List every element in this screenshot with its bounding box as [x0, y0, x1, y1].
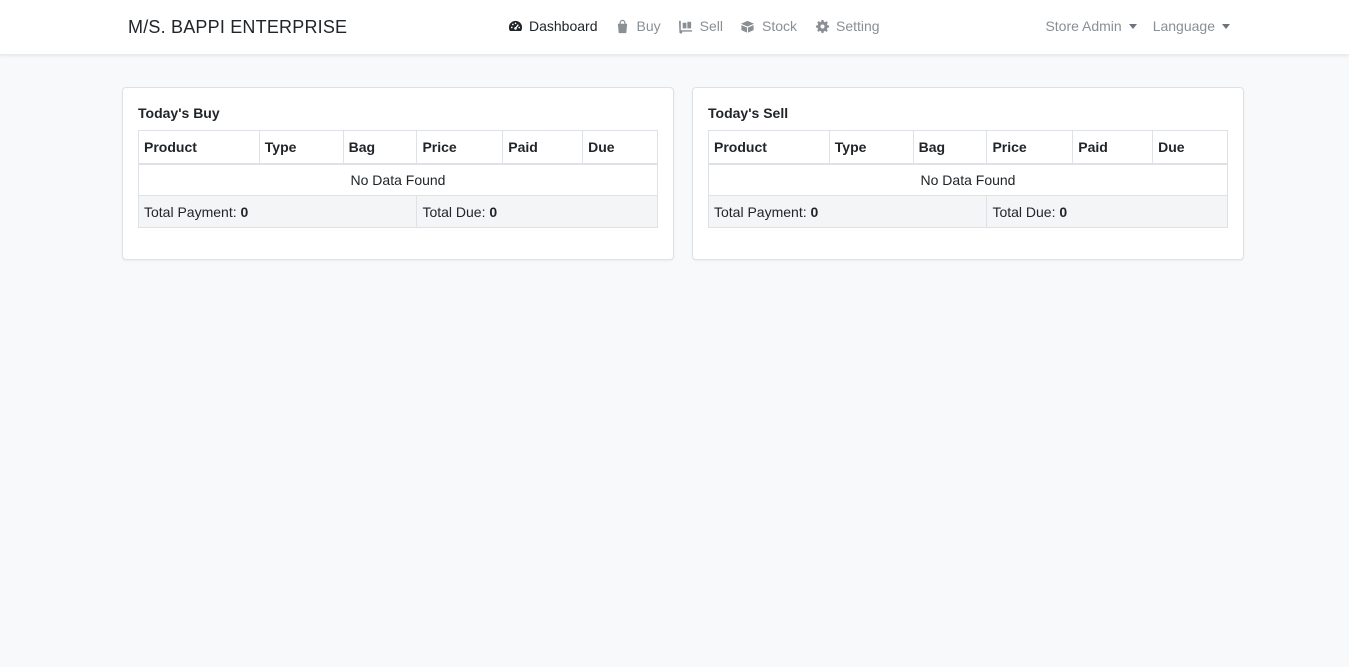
- empty-message: No Data Found: [138, 163, 658, 196]
- right-nav: Store Admin Language: [1029, 18, 1230, 34]
- nav-buy[interactable]: Buy: [615, 18, 661, 34]
- nav-dashboard-label: Dashboard: [529, 18, 598, 34]
- table-row: No Data Found: [708, 163, 1228, 196]
- total-due-value: 0: [1059, 203, 1068, 220]
- empty-message: No Data Found: [708, 163, 1228, 196]
- brand-name[interactable]: M/S. BAPPI ENTERPRISE: [128, 17, 347, 38]
- table-row: No Data Found: [138, 163, 658, 196]
- column-header[interactable]: Price: [986, 130, 1074, 165]
- table-header-row: Product Type Bag Price Paid Due: [708, 130, 1228, 165]
- column-header[interactable]: Type: [258, 130, 344, 165]
- nav-setting-label: Setting: [836, 18, 880, 34]
- table-header-row: Product Type Bag Price Paid Due: [138, 130, 658, 165]
- total-due-label: Total Due:: [422, 203, 486, 220]
- column-header[interactable]: Product: [708, 130, 830, 165]
- total-payment-label: Total Payment:: [144, 203, 237, 220]
- total-payment-cell: Total Payment: 0: [137, 195, 418, 228]
- total-payment-value: 0: [810, 203, 819, 220]
- nav-stock-label: Stock: [761, 18, 797, 34]
- total-due-value: 0: [489, 203, 498, 220]
- main-nav: Dashboard Buy Sell Stock Setting: [507, 18, 897, 34]
- total-payment-value: 0: [240, 203, 249, 220]
- column-header[interactable]: Due: [1152, 130, 1228, 165]
- total-due-cell: Total Due: 0: [986, 195, 1228, 228]
- nav-dashboard[interactable]: Dashboard: [507, 18, 598, 34]
- nav-sell[interactable]: Sell: [678, 18, 723, 34]
- todays-sell-card: Today's Sell Product Type Bag Price Paid…: [692, 87, 1244, 260]
- nav-sell-label: Sell: [699, 18, 723, 34]
- column-header[interactable]: Paid: [1072, 130, 1154, 165]
- gear-icon: [814, 18, 830, 34]
- language-label: Language: [1152, 18, 1215, 34]
- caret-down-icon: [1128, 23, 1137, 29]
- nav-buy-label: Buy: [636, 18, 661, 34]
- store-admin-label: Store Admin: [1045, 18, 1122, 34]
- total-due-cell: Total Due: 0: [416, 195, 658, 228]
- todays-buy-card: Today's Buy Product Type Bag Price Paid …: [122, 87, 674, 260]
- nav-stock[interactable]: Stock: [740, 18, 797, 34]
- boxes-icon: [740, 18, 756, 34]
- shopping-bag-icon: [615, 18, 631, 34]
- column-header[interactable]: Bag: [342, 130, 418, 165]
- buy-table: Product Type Bag Price Paid Due No Data …: [137, 130, 658, 228]
- caret-down-icon: [1222, 23, 1230, 29]
- nav-setting[interactable]: Setting: [814, 18, 880, 34]
- sell-table: Product Type Bag Price Paid Due No Data …: [707, 130, 1228, 228]
- column-header[interactable]: Price: [416, 130, 504, 165]
- card-title: Today's Sell: [708, 105, 789, 121]
- store-admin-dropdown[interactable]: Store Admin: [1045, 18, 1137, 34]
- totals-row: Total Payment: 0 Total Due: 0: [707, 195, 1228, 228]
- dashboard-icon: [507, 18, 523, 34]
- column-header[interactable]: Paid: [502, 130, 584, 165]
- column-header[interactable]: Bag: [912, 130, 988, 165]
- top-navbar: M/S. BAPPI ENTERPRISE Dashboard Buy Sell…: [0, 0, 1349, 55]
- dolly-icon: [678, 18, 694, 34]
- column-header[interactable]: Due: [582, 130, 658, 165]
- column-header[interactable]: Type: [828, 130, 914, 165]
- total-payment-cell: Total Payment: 0: [707, 195, 988, 228]
- total-payment-label: Total Payment:: [714, 203, 807, 220]
- total-due-label: Total Due:: [992, 203, 1056, 220]
- column-header[interactable]: Product: [138, 130, 260, 165]
- language-dropdown[interactable]: Language: [1153, 18, 1230, 34]
- card-title: Today's Buy: [138, 105, 220, 121]
- totals-row: Total Payment: 0 Total Due: 0: [137, 195, 658, 228]
